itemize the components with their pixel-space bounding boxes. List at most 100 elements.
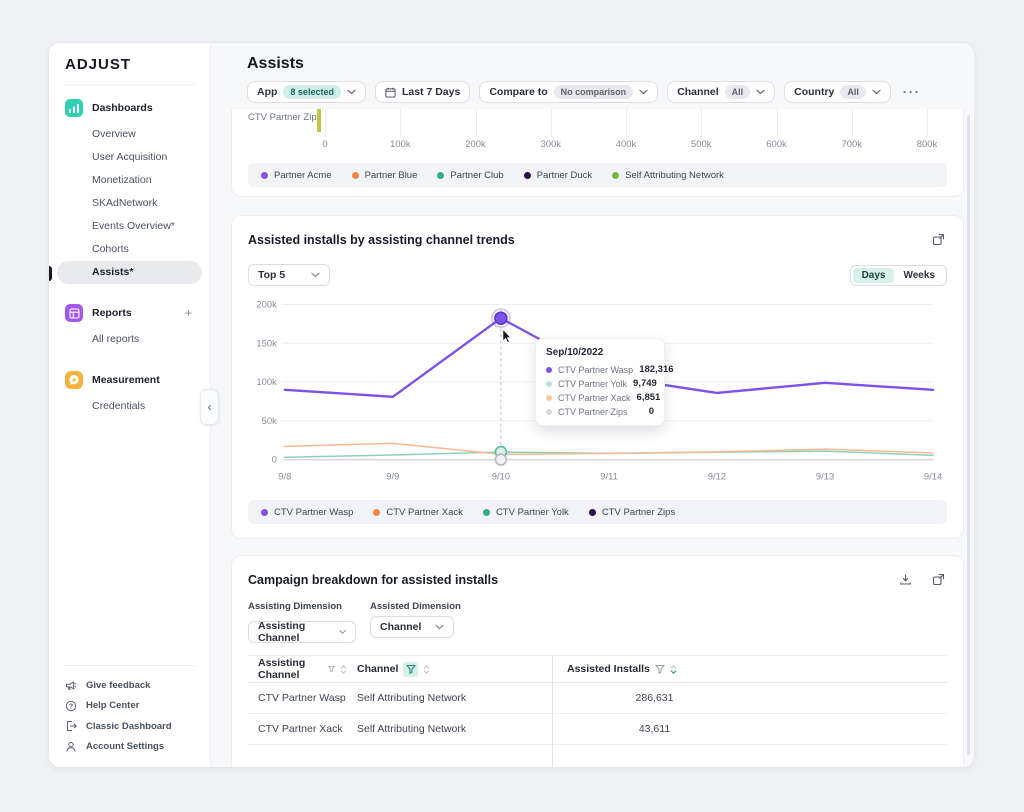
table-row[interactable]: CTV Partner WaspSelf Attributing Network… (248, 683, 947, 714)
assisted-dimension-select[interactable]: Channel (370, 616, 454, 638)
legend-label: Self Attributing Network (625, 170, 724, 181)
sidebar-collapse-button[interactable]: ‹ (200, 389, 219, 425)
filter-icon[interactable] (328, 664, 335, 674)
table-row[interactable]: CTV Partner XackSelf Attributing Network… (248, 714, 947, 745)
give-feedback-button[interactable]: Give feedback (57, 675, 202, 696)
sort-icon[interactable] (340, 665, 347, 674)
dimension-label: Assisted Dimension (370, 601, 461, 612)
sidebar-item-monetization[interactable]: Monetization (57, 169, 202, 192)
exit-icon (65, 720, 77, 732)
footer-label: Account Settings (86, 741, 164, 752)
svg-text:200k: 200k (256, 299, 277, 310)
sidebar-item-overview[interactable]: Overview (57, 123, 202, 146)
channel-filter-badge: All (725, 85, 751, 99)
legend-label: Partner Duck (537, 170, 592, 181)
download-icon[interactable] (897, 571, 914, 588)
column-label: Assisted Installs (567, 663, 650, 675)
sidebar-item-events-overview[interactable]: Events Overview* (57, 215, 202, 238)
gridline (777, 109, 778, 137)
sidebar: ADJUST Dashboards OverviewUser Acquisiti… (49, 43, 211, 767)
legend-item-partner-duck[interactable]: Partner Duck (524, 170, 592, 181)
legend-label: Partner Blue (365, 170, 418, 181)
sidebar-item-all-reports[interactable]: All reports (57, 328, 202, 351)
tooltip-value: 6,851 (637, 392, 661, 403)
gridline (626, 109, 627, 137)
x-tick-label: 600k (755, 139, 799, 150)
expand-icon[interactable] (930, 231, 947, 248)
classic-dashboard-button[interactable]: Classic Dashboard (57, 716, 202, 737)
sidebar-item-user-acquisition[interactable]: User Acquisition (57, 146, 202, 169)
filter-active-icon[interactable] (403, 662, 418, 677)
legend-item-partner-club[interactable]: Partner Club (437, 170, 503, 181)
account-settings-button[interactable]: Account Settings (57, 737, 202, 758)
legend-item-ctv-partner-wasp[interactable]: CTV Partner Wasp (261, 507, 353, 518)
table-cell: Self Attributing Network (347, 723, 552, 735)
tooltip-series-name: CTV Partner Wasp (558, 365, 633, 375)
breakdown-card-header: Campaign breakdown for assisted installs (248, 571, 947, 588)
help-icon: ? (65, 700, 77, 712)
sidebar-item-cohorts[interactable]: Cohorts (57, 238, 202, 261)
toggle-days[interactable]: Days (853, 268, 895, 283)
trends-card-header: Assisted installs by assisting channel t… (248, 231, 947, 248)
main-area: Assists App 8 selected Last 7 Days Compa… (211, 43, 974, 767)
channel-filter[interactable]: Channel All (667, 81, 775, 103)
toggle-weeks[interactable]: Weeks (894, 268, 944, 283)
sort-icon[interactable] (423, 665, 430, 674)
scroll-content[interactable]: CTV Partner Zips 0100k200k300k400k500k60… (211, 109, 974, 767)
legend-dot (483, 509, 490, 516)
sidebar-section-reports[interactable]: Reports + (57, 298, 202, 328)
legend-dot (261, 172, 268, 179)
legend-item-self-attributing-network[interactable]: Self Attributing Network (612, 170, 724, 181)
x-tick-label: 400k (604, 139, 648, 150)
gridline (325, 109, 326, 137)
top-n-select[interactable]: Top 5 (248, 264, 330, 286)
scrollbar[interactable] (967, 115, 970, 755)
compare-filter[interactable]: Compare to No comparison (479, 81, 658, 103)
sidebar-section-dashboards[interactable]: Dashboards (57, 93, 202, 123)
page-header: Assists App 8 selected Last 7 Days Compa… (211, 43, 974, 109)
country-filter[interactable]: Country All (784, 81, 891, 103)
line-chart-legend: CTV Partner Wasp CTV Partner Xack CTV Part… (248, 500, 947, 524)
legend-item-partner-acme[interactable]: Partner Acme (261, 170, 332, 181)
filter-icon[interactable] (655, 664, 665, 674)
sidebar-section-measurement[interactable]: ★ Measurement (57, 365, 202, 395)
expand-icon[interactable] (930, 571, 947, 588)
sort-desc-icon[interactable] (670, 665, 677, 674)
megaphone-icon (65, 680, 77, 691)
svg-text:★: ★ (71, 377, 77, 384)
x-tick-label: 0 (303, 139, 347, 150)
filter-label: Channel (677, 86, 718, 98)
line-chart[interactable]: 050k100k150k200k9/89/99/109/119/129/139/… (248, 292, 947, 492)
tooltip-row: CTV Partner Wasp182,316 (546, 364, 654, 375)
legend-item-ctv-partner-zips[interactable]: CTV Partner Zips (589, 507, 675, 518)
help-center-button[interactable]: ? Help Center (57, 696, 202, 717)
chevron-down-icon (639, 89, 648, 95)
more-filters-button[interactable]: ··· (900, 85, 924, 99)
measurement-icon: ★ (65, 371, 83, 389)
legend-dot (352, 172, 359, 179)
x-tick-label: 100k (378, 139, 422, 150)
section-label: Reports (92, 307, 176, 319)
chevron-down-icon (756, 89, 765, 95)
gridline (400, 109, 401, 137)
sidebar-item-skadnetwork[interactable]: SKAdNetwork (57, 192, 202, 215)
legend-item-ctv-partner-xack[interactable]: CTV Partner Xack (373, 507, 463, 518)
assisting-dimension-select[interactable]: Assisting Channel (248, 621, 356, 643)
sidebar-item-assists[interactable]: Assists* (57, 261, 202, 284)
assisting-dimension-group: Assisting Dimension Assisting Channel (248, 601, 356, 643)
app-filter[interactable]: App 8 selected (247, 81, 366, 103)
legend-label: Partner Acme (274, 170, 332, 181)
x-tick-label: 500k (679, 139, 723, 150)
add-report-button[interactable]: + (185, 306, 194, 320)
trends-card: Assisted installs by assisting channel t… (231, 215, 964, 539)
bar-category-label: CTV Partner Zips (248, 109, 325, 137)
date-range-filter[interactable]: Last 7 Days (375, 81, 470, 103)
compare-filter-badge: No comparison (554, 85, 634, 99)
footer-label: Give feedback (86, 680, 150, 691)
bar-zips[interactable] (317, 109, 321, 132)
sidebar-item-credentials[interactable]: Credentials (57, 395, 202, 418)
legend-label: Partner Club (450, 170, 503, 181)
legend-item-partner-blue[interactable]: Partner Blue (352, 170, 418, 181)
table-cell: 286,631 (552, 692, 947, 704)
legend-item-ctv-partner-yolk[interactable]: CTV Partner Yolk (483, 507, 569, 518)
